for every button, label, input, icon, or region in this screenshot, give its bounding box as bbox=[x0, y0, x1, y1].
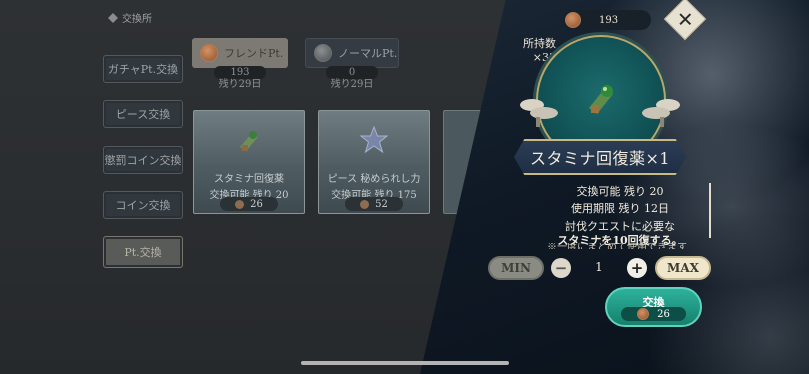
sidebar-item-label: 懲罰コイン交換 bbox=[104, 154, 182, 167]
item-cost: 26 bbox=[220, 197, 278, 211]
owned-label: 所持数 bbox=[523, 37, 556, 50]
sidebar-item-coin[interactable]: コイン交換 bbox=[103, 191, 183, 219]
stamina-potion-icon bbox=[589, 85, 613, 114]
sidebar-item-pt[interactable]: Pt.交換 bbox=[103, 236, 183, 268]
exchange-button[interactable]: 交換 26 bbox=[605, 287, 702, 327]
item-cost-value: 52 bbox=[375, 198, 388, 210]
friend-pt-coin-icon bbox=[565, 12, 581, 28]
detail-description-cut: ※一度にまとめて使用できます bbox=[547, 243, 687, 249]
sidebar-item-punishment-coin[interactable]: 懲罰コイン交換 bbox=[103, 146, 183, 174]
pine-ornament-icon bbox=[642, 99, 680, 127]
increase-button[interactable]: + bbox=[627, 258, 647, 278]
friend-pt-balance: 193 bbox=[563, 10, 651, 30]
normal-pt-remaining: 残り29日 bbox=[330, 79, 374, 90]
tab-label: フレンドPt. bbox=[224, 47, 284, 60]
friend-pt-value: 193 bbox=[214, 66, 266, 79]
description-scrollbar[interactable] bbox=[709, 183, 711, 238]
tab-normal-pt[interactable]: ノーマルPt. bbox=[305, 38, 399, 68]
sidebar-item-label: Pt.交換 bbox=[124, 246, 162, 259]
item-cost: 52 bbox=[345, 197, 403, 211]
normal-pt-coin-icon bbox=[314, 44, 332, 62]
friend-pt-coin-icon bbox=[235, 199, 245, 209]
minus-icon: − bbox=[554, 259, 568, 277]
item-name: ピース 秘められし力 bbox=[327, 174, 421, 185]
normal-pt-count: 0 残り29日 bbox=[320, 66, 384, 90]
home-indicator[interactable] bbox=[301, 361, 509, 365]
max-button[interactable]: MAX bbox=[655, 256, 711, 280]
max-label: MAX bbox=[667, 261, 699, 275]
normal-pt-value: 0 bbox=[326, 66, 378, 79]
detail-expiry: 使用期限 残り 12日 bbox=[571, 202, 669, 215]
item-name: スタミナ回復薬 bbox=[214, 174, 284, 185]
friend-pt-coin-icon bbox=[360, 199, 370, 209]
screen-title-text: 交換所 bbox=[122, 14, 152, 25]
sidebar-item-label: ガチャPt.交換 bbox=[107, 63, 179, 76]
sidebar-item-label: コイン交換 bbox=[115, 199, 171, 212]
sidebar-item-label: ピース交換 bbox=[115, 108, 171, 121]
item-card-stamina-potion[interactable]: スタミナ回復薬 交換可能 残り 20 26 bbox=[193, 110, 305, 214]
friend-pt-balance-value: 193 bbox=[599, 14, 619, 26]
item-card-star-piece[interactable]: ピース 秘められし力 交換可能 残り 175 52 bbox=[318, 110, 430, 214]
stamina-potion-icon bbox=[240, 131, 258, 151]
min-label: MIN bbox=[501, 261, 531, 275]
detail-availability: 交換可能 残り 20 bbox=[576, 185, 664, 198]
friend-pt-count: 193 残り29日 bbox=[208, 66, 272, 90]
pine-ornament-icon bbox=[520, 99, 558, 127]
exchange-cost-value: 26 bbox=[657, 308, 670, 320]
close-icon: ✕ bbox=[676, 6, 694, 31]
item-cost-value: 26 bbox=[250, 198, 263, 210]
friend-pt-coin-icon bbox=[637, 308, 650, 320]
star-piece-icon bbox=[359, 125, 389, 154]
tab-friend-pt[interactable]: フレンドPt. bbox=[192, 38, 288, 68]
min-button[interactable]: MIN bbox=[488, 256, 544, 280]
diamond-icon bbox=[108, 12, 118, 23]
tab-label: ノーマルPt. bbox=[338, 47, 398, 60]
quantity-value: 1 bbox=[595, 260, 603, 274]
screen-title: 交換所 bbox=[108, 10, 152, 25]
plus-icon: + bbox=[630, 259, 644, 277]
exchange-cost: 26 bbox=[621, 307, 686, 321]
item-title: スタミナ回復薬×1 bbox=[529, 149, 671, 168]
sidebar-item-piece[interactable]: ピース交換 bbox=[103, 100, 183, 128]
item-title-banner: スタミナ回復薬×1 bbox=[514, 139, 686, 175]
sidebar-item-gacha-pt[interactable]: ガチャPt.交換 bbox=[103, 55, 183, 83]
friend-pt-remaining: 残り29日 bbox=[218, 79, 262, 90]
friend-pt-coin-icon bbox=[200, 44, 218, 62]
decrease-button[interactable]: − bbox=[551, 258, 571, 278]
